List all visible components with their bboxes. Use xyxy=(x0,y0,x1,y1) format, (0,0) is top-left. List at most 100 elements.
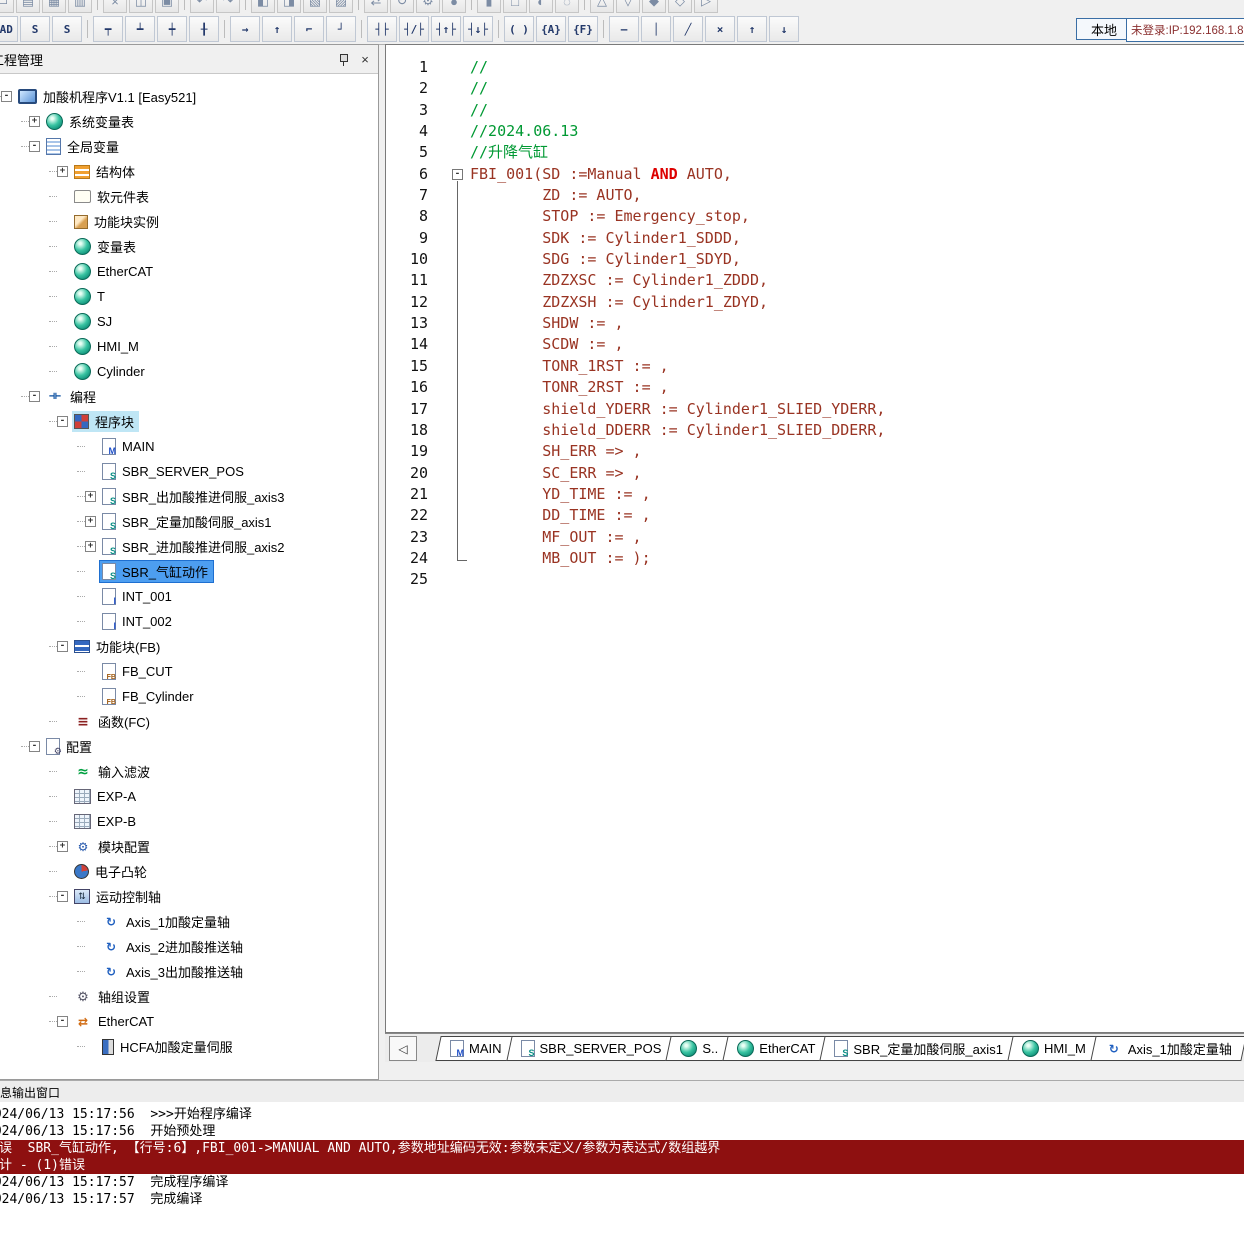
tree-item[interactable]: 轴组设置 xyxy=(0,984,378,1009)
delete-element-button[interactable]: × xyxy=(705,16,735,42)
output-line[interactable]: 2024/06/13 15:17:57 完成编译 xyxy=(0,1191,1244,1208)
coil-output-button[interactable]: ( ) xyxy=(504,16,534,42)
tree-expander[interactable]: - xyxy=(57,891,68,902)
delete-line-button[interactable]: ╱ xyxy=(673,16,703,42)
move-down-button[interactable]: ↓ xyxy=(769,16,799,42)
doc-tab[interactable]: EtherCAT xyxy=(725,1036,827,1061)
toolbar-icon[interactable]: ◫ xyxy=(129,0,153,13)
toolbar-icon[interactable]: ◌ xyxy=(555,0,579,13)
tree-expander[interactable]: + xyxy=(57,841,68,852)
draw-line-up-button[interactable]: ↑ xyxy=(262,16,292,42)
tree-item[interactable]: +SBR_出加酸推进伺服_axis3 xyxy=(0,484,378,509)
insert-rung-above-button[interactable]: ┯ xyxy=(93,16,123,42)
tree-expander[interactable]: - xyxy=(29,741,40,752)
tree-item[interactable]: Axis_1加酸定量轴 xyxy=(0,909,378,934)
toolbar-icon[interactable]: ▭ xyxy=(0,0,14,13)
tree-item[interactable]: T xyxy=(0,284,378,309)
pin-icon[interactable] xyxy=(334,51,352,67)
toolbar-icon[interactable]: ▽ xyxy=(616,0,640,13)
tree-item[interactable]: EXP-A xyxy=(0,784,378,809)
tree-item[interactable]: -程序块 xyxy=(0,409,378,434)
tree-item[interactable]: MAIN xyxy=(0,434,378,459)
doc-tab[interactable]: SBR_SERVER_POS xyxy=(509,1036,674,1061)
tree-item[interactable]: 电子凸轮 xyxy=(0,859,378,884)
toolbar-icon[interactable]: × xyxy=(103,0,127,13)
tree-expander[interactable]: - xyxy=(29,391,40,402)
close-icon[interactable]: × xyxy=(356,51,374,67)
tree-item[interactable]: INT_001 xyxy=(0,584,378,609)
tree-item[interactable]: FB_Cylinder xyxy=(0,684,378,709)
tree-item[interactable]: 函数(FC) xyxy=(0,709,378,734)
tree-expander[interactable]: - xyxy=(1,91,12,102)
toolbar-icon[interactable]: ◐ xyxy=(529,0,553,13)
tree-item[interactable]: +模块配置 xyxy=(0,834,378,859)
toolbar-icon[interactable]: □ xyxy=(503,0,527,13)
st-editor-2-button[interactable]: S xyxy=(52,16,82,42)
doc-tab[interactable]: MAIN xyxy=(438,1036,514,1061)
tree-item[interactable]: 功能块实例 xyxy=(0,209,378,234)
toolbar-icon[interactable]: ↶ xyxy=(190,0,214,13)
toolbar-icon[interactable]: △ xyxy=(590,0,614,13)
toolbar-icon[interactable]: ◧ xyxy=(251,0,275,13)
toolbar-icon[interactable]: ▣ xyxy=(155,0,179,13)
contact-falling-button[interactable]: ┤↓├ xyxy=(463,16,493,42)
tab-scroll-left-button[interactable]: ◁ xyxy=(389,1036,417,1061)
tree-item[interactable]: SBR_SERVER_POS xyxy=(0,459,378,484)
tree-item[interactable]: 输入滤波 xyxy=(0,759,378,784)
tree-item[interactable]: -EtherCAT xyxy=(0,1009,378,1034)
toolbar-icon[interactable]: ▦ xyxy=(42,0,66,13)
application-instruction-button[interactable]: {A} xyxy=(536,16,566,42)
tree-item[interactable]: +SBR_进加酸推进伺服_axis2 xyxy=(0,534,378,559)
tree-expander[interactable]: + xyxy=(29,116,40,127)
tree-expander[interactable]: + xyxy=(85,516,96,527)
draw-line-right-button[interactable]: → xyxy=(230,16,260,42)
tree-item[interactable]: INT_002 xyxy=(0,609,378,634)
tree-item[interactable]: Cylinder xyxy=(0,359,378,384)
doc-tab[interactable]: S.. xyxy=(668,1036,730,1061)
draw-corner-down-button[interactable]: ┘ xyxy=(326,16,356,42)
tree-item[interactable]: -加酸机程序V1.1 [Easy521] xyxy=(0,84,378,109)
tree-item[interactable]: -全局变量 xyxy=(0,134,378,159)
tree-expander[interactable]: - xyxy=(57,641,68,652)
tree-expander[interactable]: - xyxy=(29,141,40,152)
tree-item[interactable]: HMI_M xyxy=(0,334,378,359)
horizontal-line-button[interactable]: — xyxy=(609,16,639,42)
tree-item[interactable]: FB_CUT xyxy=(0,659,378,684)
doc-tab[interactable]: HMI_M xyxy=(1010,1036,1098,1061)
tree-item[interactable]: -配置 xyxy=(0,734,378,759)
tree-item[interactable]: Axis_3出加酸推送轴 xyxy=(0,959,378,984)
tree-expander[interactable]: + xyxy=(85,491,96,502)
local-mode-button[interactable]: 本地 xyxy=(1076,18,1132,40)
tree-item[interactable]: -功能块(FB) xyxy=(0,634,378,659)
tree-item[interactable]: -运动控制轴 xyxy=(0,884,378,909)
toolbar-icon[interactable]: ▨ xyxy=(329,0,353,13)
fold-collapse-icon[interactable]: - xyxy=(452,169,463,180)
tree-item[interactable]: Axis_2进加酸推送轴 xyxy=(0,934,378,959)
toolbar-icon[interactable]: ▧ xyxy=(303,0,327,13)
tree-expander[interactable]: + xyxy=(57,166,68,177)
tree-item[interactable]: +系统变量表 xyxy=(0,109,378,134)
toolbar-icon[interactable]: ↻ xyxy=(390,0,414,13)
output-line[interactable]: 2024/06/13 15:17:56 开始预处理 xyxy=(0,1123,1244,1140)
output-line[interactable]: 错误 SBR_气缸动作, 【行号:6】,FBI_001->MANUAL AND … xyxy=(0,1140,1244,1157)
tree-item[interactable]: +SBR_定量加酸伺服_axis1 xyxy=(0,509,378,534)
vertical-line-button[interactable]: │ xyxy=(641,16,671,42)
toolbar-icon[interactable]: ◨ xyxy=(277,0,301,13)
toolbar-icon[interactable]: ▷ xyxy=(694,0,718,13)
tree-item[interactable]: SBR_气缸动作 xyxy=(0,559,378,584)
doc-tab[interactable]: Axis_1加酸定量轴 xyxy=(1093,1036,1244,1061)
code-editor[interactable]: 1234567891011121314151617181920212223242… xyxy=(385,44,1244,1033)
function-instruction-button[interactable]: {F} xyxy=(568,16,598,42)
tree-item[interactable]: -编程 xyxy=(0,384,378,409)
move-up-button[interactable]: ↑ xyxy=(737,16,767,42)
tree-expander[interactable]: - xyxy=(57,416,68,427)
toolbar-icon[interactable]: ● xyxy=(442,0,466,13)
insert-branch-button[interactable]: ┿ xyxy=(157,16,187,42)
tree-item[interactable]: 软元件表 xyxy=(0,184,378,209)
tree-expander[interactable]: - xyxy=(57,1016,68,1027)
doc-tab[interactable]: SBR_定量加酸伺服_axis1 xyxy=(822,1036,1015,1061)
output-line[interactable]: 2024/06/13 15:17:56 >>>开始程序编译 xyxy=(0,1106,1244,1123)
tree-expander[interactable]: + xyxy=(85,541,96,552)
toolbar-icon[interactable]: ◇ xyxy=(668,0,692,13)
output-line[interactable]: 2024/06/13 15:17:57 完成程序编译 xyxy=(0,1174,1244,1191)
